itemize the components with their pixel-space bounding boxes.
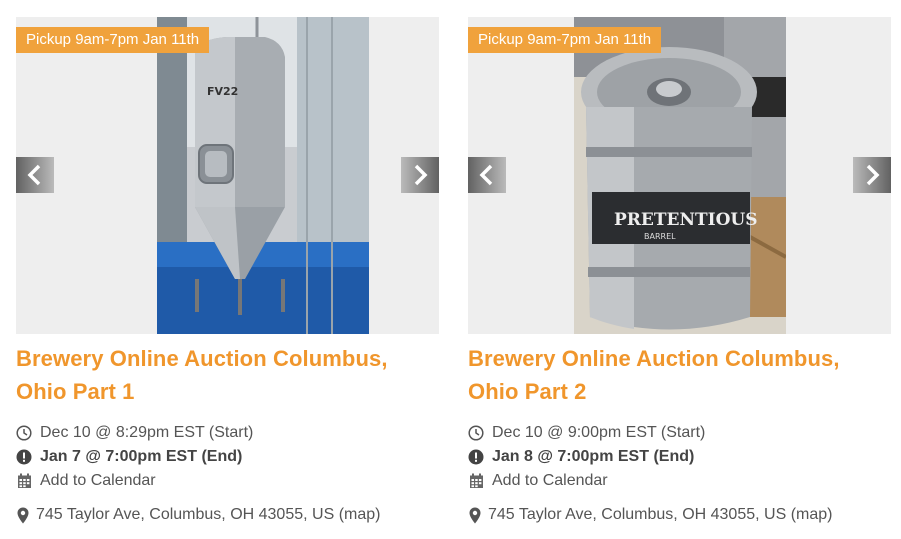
carousel-prev-button[interactable] — [468, 157, 506, 193]
keg-sublabel: BARREL — [644, 232, 676, 241]
event-image-carousel[interactable]: Pickup 9am-7pm Jan 11th PRETENTIOUS BARR… — [468, 17, 891, 334]
carousel-prev-button[interactable] — [16, 157, 54, 193]
clock-icon — [468, 425, 484, 441]
event-card: Pickup 9am-7pm Jan 11th FV22 Brewery Onl… — [16, 17, 439, 527]
map-pin-icon — [468, 506, 482, 524]
chevron-left-icon — [479, 164, 493, 186]
map-pin-icon — [16, 506, 30, 524]
calendar-icon — [468, 473, 484, 489]
alert-circle-icon — [468, 449, 484, 465]
chevron-right-icon — [866, 164, 880, 186]
start-time-text: Dec 10 @ 9:00pm EST (Start) — [492, 424, 706, 441]
event-image-carousel[interactable]: Pickup 9am-7pm Jan 11th FV22 — [16, 17, 439, 334]
event-meta: Dec 10 @ 9:00pm EST (Start) Jan 8 @ 7:00… — [468, 421, 891, 493]
event-cards: Pickup 9am-7pm Jan 11th FV22 Brewery Onl… — [0, 0, 901, 539]
keg-photo[interactable]: PRETENTIOUS BARREL — [574, 17, 786, 334]
end-time-text: Jan 7 @ 7:00pm EST (End) — [40, 448, 243, 465]
address-text: 745 Taylor Ave, Columbus, OH 43055, US — [36, 506, 335, 523]
chevron-right-icon — [414, 164, 428, 186]
map-link[interactable]: (map) — [339, 506, 381, 524]
event-address: 745 Taylor Ave, Columbus, OH 43055, US (… — [16, 503, 439, 527]
start-time: Dec 10 @ 9:00pm EST (Start) — [468, 421, 891, 445]
carousel-next-button[interactable] — [401, 157, 439, 193]
start-time-text: Dec 10 @ 8:29pm EST (Start) — [40, 424, 254, 441]
pickup-badge: Pickup 9am-7pm Jan 11th — [468, 27, 662, 53]
event-title-link[interactable]: Brewery Online Auction Columbus, Ohio Pa… — [16, 342, 416, 408]
start-time: Dec 10 @ 8:29pm EST (Start) — [16, 421, 439, 445]
add-to-calendar-link[interactable]: Add to Calendar — [16, 469, 439, 493]
chevron-left-icon — [27, 164, 41, 186]
map-link[interactable]: (map) — [791, 506, 833, 524]
event-address: 745 Taylor Ave, Columbus, OH 43055, US (… — [468, 503, 891, 527]
event-title-link[interactable]: Brewery Online Auction Columbus, Ohio Pa… — [468, 342, 868, 408]
clock-icon — [16, 425, 32, 441]
add-to-calendar-label: Add to Calendar — [40, 472, 156, 489]
end-time-text: Jan 8 @ 7:00pm EST (End) — [492, 448, 695, 465]
calendar-icon — [16, 473, 32, 489]
address-text: 745 Taylor Ave, Columbus, OH 43055, US — [488, 506, 787, 523]
pickup-badge: Pickup 9am-7pm Jan 11th — [16, 27, 210, 53]
tank-label: FV22 — [207, 85, 238, 98]
end-time: Jan 8 @ 7:00pm EST (End) — [468, 445, 891, 469]
event-card: Pickup 9am-7pm Jan 11th PRETENTIOUS BARR… — [468, 17, 891, 527]
event-meta: Dec 10 @ 8:29pm EST (Start) Jan 7 @ 7:00… — [16, 421, 439, 493]
fermenter-tank-photo[interactable]: FV22 — [157, 17, 369, 334]
alert-circle-icon — [16, 449, 32, 465]
end-time: Jan 7 @ 7:00pm EST (End) — [16, 445, 439, 469]
carousel-next-button[interactable] — [853, 157, 891, 193]
add-to-calendar-link[interactable]: Add to Calendar — [468, 469, 891, 493]
keg-label: PRETENTIOUS — [614, 210, 758, 230]
add-to-calendar-label: Add to Calendar — [492, 472, 608, 489]
